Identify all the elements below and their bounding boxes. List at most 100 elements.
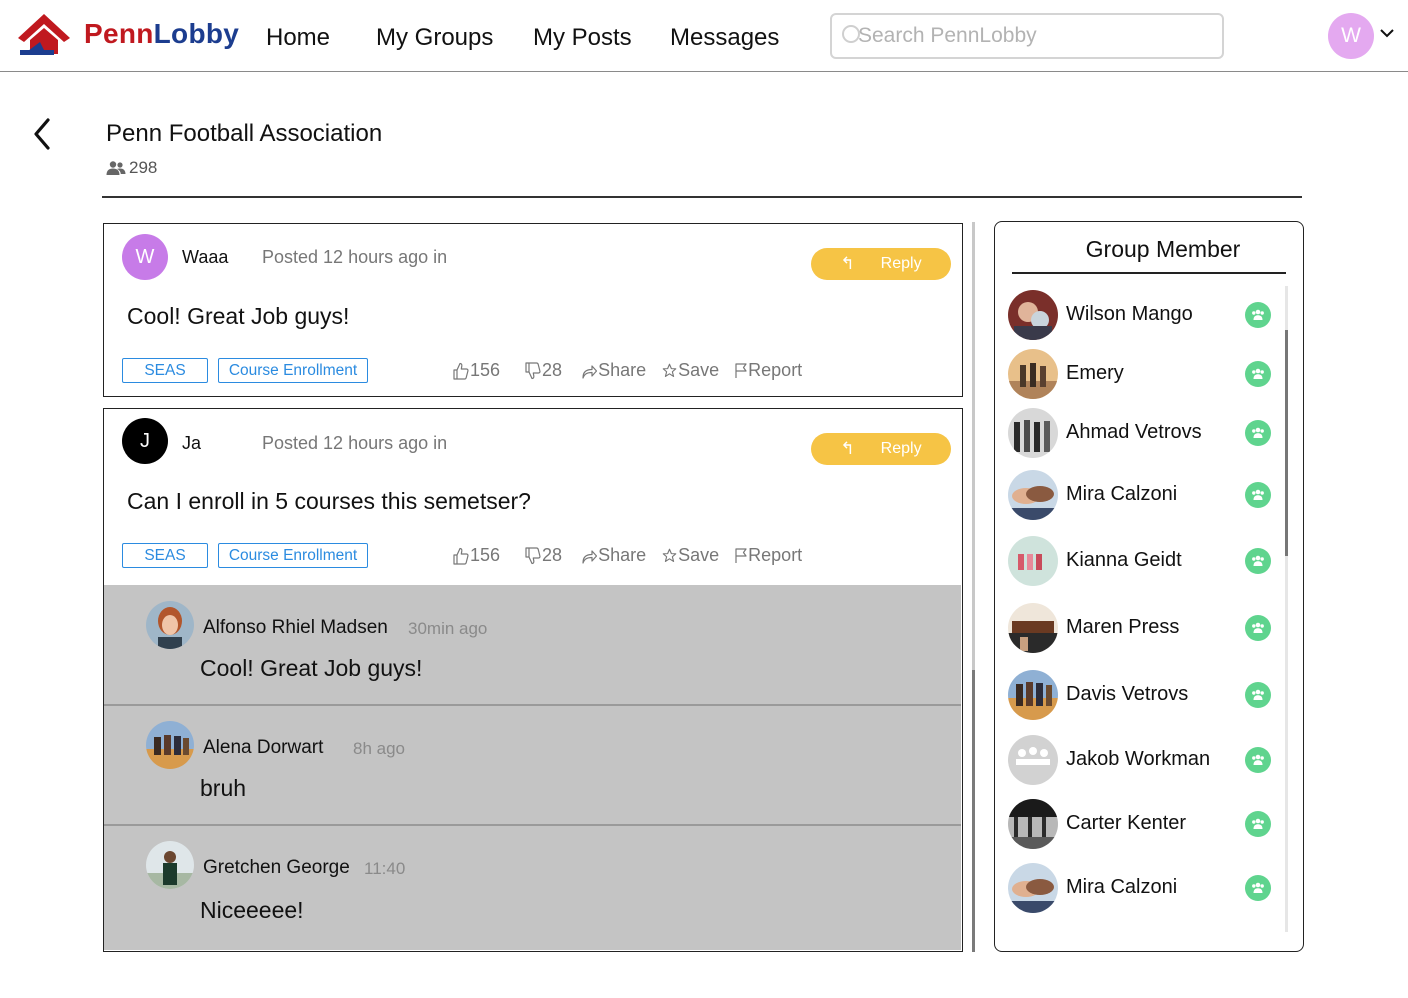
members-scrollbar-thumb[interactable] [1285,330,1288,556]
member-avatar [1008,536,1058,586]
flag-icon [735,363,747,378]
commenter-name[interactable]: Alfonso Rhiel Madsen [203,617,388,639]
like-button[interactable]: 156 [453,360,500,381]
post-meta: Posted 12 hours ago in [262,433,448,453]
comment-time: 30min ago [408,619,488,638]
chevron-left-icon[interactable] [30,116,56,152]
feed-scrollbar-thumb[interactable] [972,670,975,952]
post-actions: 156 28 Share Save Report [453,545,802,566]
nav-home[interactable]: Home [266,24,330,52]
member-name: Kianna Geidt [1066,549,1182,571]
save-button[interactable]: Save [662,545,719,566]
member-name: Mira Calzoni [1066,876,1178,898]
user-avatar[interactable]: W [1328,13,1374,59]
header-divider [102,196,1302,198]
like-button[interactable]: 156 [453,545,500,566]
member-item[interactable]: Maren Press [1008,603,1278,655]
member-item[interactable]: Jakob Workman [1008,735,1278,787]
tag-course-enrollment[interactable]: Course Enrollment [218,543,368,568]
report-button[interactable]: Report [735,545,802,566]
member-item[interactable]: Davis Vetrovs [1008,670,1278,722]
author-avatar[interactable]: W [122,234,168,280]
nav-my-posts[interactable]: My Posts [533,24,632,52]
report-button[interactable]: Report [735,360,802,381]
dislike-button[interactable]: 28 [525,545,562,566]
dislike-button[interactable]: 28 [525,360,562,381]
share-button[interactable]: Share [582,360,646,381]
commenter-avatar[interactable] [146,601,194,649]
reply-button[interactable]: ↰ Reply [811,433,951,465]
post-author[interactable]: Waaa [182,247,228,268]
chevron-down-icon[interactable] [1379,25,1395,41]
group-icon[interactable] [1245,615,1271,641]
group-icon[interactable] [1245,548,1271,574]
member-avatar [1008,290,1058,340]
member-name: Wilson Mango [1066,303,1193,325]
thumbs-up-icon [453,362,469,380]
member-name: Jakob Workman [1066,748,1211,770]
comment-time: 11:40 [364,859,406,878]
comment-text: Niceeeee! [200,897,304,923]
house-logo-icon [18,14,70,55]
member-avatar [1008,799,1058,849]
commenter-avatar[interactable] [146,841,194,889]
member-name: Ahmad Vetrovs [1066,421,1202,443]
member-name: Carter Kenter [1066,812,1187,834]
reply-label: Reply [880,255,922,272]
group-icon[interactable] [1245,482,1271,508]
member-item[interactable]: Mira Calzoni [1008,470,1278,522]
group-icon[interactable] [1245,747,1271,773]
tag-seas[interactable]: SEAS [122,543,208,568]
thumbs-down-icon [525,546,541,564]
comment-text: Cool! Great Job guys! [200,655,423,681]
group-icon[interactable] [1245,420,1271,446]
tag-seas[interactable]: SEAS [122,358,208,383]
comment-time: 8h ago [353,739,405,758]
member-avatar [1008,863,1058,913]
star-icon [662,548,677,562]
post-card: J Ja Posted 12 hours ago in ↰ Reply Can … [103,408,963,952]
post-author[interactable]: Ja [182,433,201,454]
group-icon[interactable] [1245,682,1271,708]
pennlobby-logo[interactable]: PennLobby [16,12,239,56]
share-button[interactable]: Share [582,545,646,566]
member-avatar [1008,603,1058,653]
comment-thread: Alfonso Rhiel Madsen 30min ago Cool! Gre… [104,585,961,950]
share-label: Share [598,360,647,380]
post-meta: Posted 12 hours ago in [262,247,448,267]
member-name: Maren Press [1066,616,1180,638]
brand-name: PennLobby [84,18,240,49]
member-avatar [1008,408,1058,458]
save-button[interactable]: Save [662,360,719,381]
member-item[interactable]: Carter Kenter [1008,799,1278,851]
group-icon[interactable] [1245,875,1271,901]
member-count-value: 298 [129,158,158,177]
search-box[interactable] [830,13,1224,59]
member-name: Davis Vetrovs [1066,683,1189,705]
search-input[interactable] [858,15,1214,56]
group-icon[interactable] [1245,302,1271,328]
commenter-name[interactable]: Alena Dorwart [203,737,323,759]
post-body: Cool! Great Job guys! [127,303,350,329]
nav-messages[interactable]: Messages [670,24,779,52]
member-item[interactable]: Wilson Mango [1008,290,1278,342]
post-body: Can I enroll in 5 courses this semetser? [127,488,531,514]
group-icon[interactable] [1245,811,1271,837]
comment: Alena Dorwart 8h ago bruh [104,705,961,825]
reply-button[interactable]: ↰ Reply [811,248,951,280]
member-item[interactable]: Mira Calzoni [1008,863,1278,915]
author-avatar[interactable]: J [122,418,168,464]
commenter-avatar[interactable] [146,721,194,769]
member-item[interactable]: Kianna Geidt [1008,536,1278,588]
nav-my-groups[interactable]: My Groups [376,24,493,52]
member-item[interactable]: Emery [1008,349,1278,401]
group-title: Penn Football Association [106,120,383,147]
tag-course-enrollment[interactable]: Course Enrollment [218,358,368,383]
member-item[interactable]: Ahmad Vetrovs [1008,408,1278,460]
report-label: Report [748,545,803,565]
thumbs-up-icon [453,547,469,565]
comment: Alfonso Rhiel Madsen 30min ago Cool! Gre… [104,585,961,705]
group-icon[interactable] [1245,361,1271,387]
save-label: Save [678,545,720,565]
commenter-name[interactable]: Gretchen George [203,857,350,879]
